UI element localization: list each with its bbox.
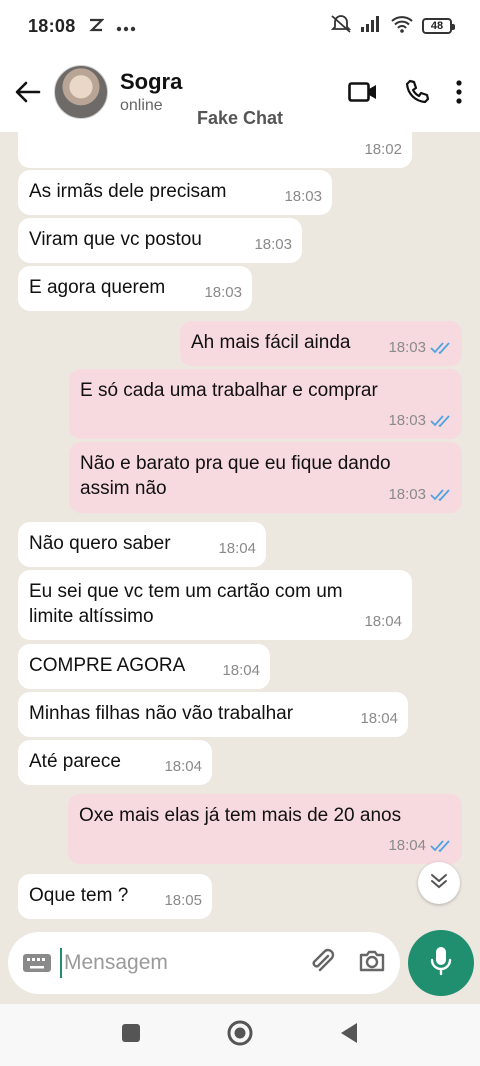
contact-name: Sogra — [120, 69, 183, 94]
message-bubble-incoming[interactable]: As irmãs dele precisam 18:03 — [18, 170, 332, 215]
message-bubble-incoming[interactable]: Eu sei que vc tem um cartão com um limit… — [18, 570, 412, 640]
home-button[interactable] — [227, 1020, 253, 1051]
status-bar: 18:08 48 — [0, 0, 480, 52]
more-notifications-icon — [116, 16, 136, 37]
message-time: 18:02 — [364, 141, 402, 158]
message-time: 18:04 — [360, 710, 398, 727]
message-bubble-incoming[interactable]: Minhas filhas não vão trabalhar 18:04 — [18, 692, 408, 737]
read-ticks-icon — [430, 839, 452, 852]
message-bubble-incoming[interactable]: Até parece 18:04 — [18, 740, 212, 785]
notification-icon — [88, 16, 105, 37]
message-time: 18:03 — [388, 486, 426, 503]
message-bubble-outgoing[interactable]: E só cada uma trabalhar e comprar 18:03 — [69, 369, 462, 439]
message-time: 18:04 — [218, 540, 256, 557]
microphone-button[interactable] — [408, 930, 474, 996]
message-text: E só cada uma trabalhar e comprar — [80, 380, 378, 401]
message-composer — [8, 932, 400, 994]
message-time: 18:03 — [388, 339, 426, 356]
message-time: 18:04 — [388, 837, 426, 854]
video-call-icon[interactable] — [348, 81, 378, 103]
double-chevron-down-icon — [430, 873, 448, 894]
message-bubble-incoming[interactable]: Viram que vc postou 18:03 — [18, 218, 302, 263]
scroll-to-bottom-button[interactable] — [418, 862, 460, 904]
read-ticks-icon — [430, 414, 452, 427]
message-text: Minhas filhas não vão trabalhar — [29, 703, 294, 724]
recent-apps-button[interactable] — [121, 1023, 141, 1048]
read-ticks-icon — [430, 488, 452, 501]
message-time: 18:04 — [164, 758, 202, 775]
back-button[interactable] — [339, 1022, 359, 1049]
more-options-icon[interactable] — [456, 80, 462, 104]
keyboard-icon[interactable] — [22, 952, 52, 974]
message-time: 18:03 — [204, 284, 242, 301]
mute-icon — [330, 14, 352, 39]
signal-icon — [360, 15, 382, 38]
message-text: Viram que vc postou — [29, 229, 202, 250]
system-navigation-bar — [0, 1004, 480, 1066]
fake-chat-label: Fake Chat — [196, 108, 284, 128]
message-list[interactable]: 18:02 As irmãs dele precisam 18:03 Viram… — [0, 132, 480, 928]
message-input[interactable] — [64, 951, 284, 975]
message-time: 18:03 — [388, 412, 426, 429]
battery-indicator: 48 — [422, 18, 455, 34]
camera-icon[interactable] — [358, 949, 386, 978]
back-arrow-icon[interactable] — [10, 74, 46, 110]
message-bubble-incoming[interactable]: 18:02 — [18, 132, 412, 168]
message-time: 18:03 — [254, 236, 292, 253]
message-text: As irmãs dele precisam — [29, 181, 227, 202]
message-bubble-incoming[interactable]: E agora querem 18:03 — [18, 266, 252, 311]
message-bubble-outgoing[interactable]: Oxe mais elas já tem mais de 20 anos 18:… — [68, 794, 462, 864]
status-time: 18:08 — [28, 15, 76, 36]
message-bubble-outgoing[interactable]: Ah mais fácil ainda 18:03 — [180, 321, 462, 366]
wifi-icon — [390, 15, 414, 38]
message-bubble-outgoing[interactable]: Não e barato pra que eu fique dando assi… — [69, 442, 462, 513]
attach-icon[interactable] — [308, 947, 336, 980]
microphone-icon — [430, 946, 452, 981]
message-bubble-incoming[interactable]: COMPRE AGORA 18:04 — [18, 644, 270, 689]
message-text: Não e barato pra que eu fique dando assi… — [80, 453, 391, 499]
read-ticks-icon — [430, 341, 452, 354]
message-text: Oxe mais elas já tem mais de 20 anos — [79, 805, 402, 826]
message-time: 18:03 — [284, 188, 322, 205]
message-time: 18:05 — [164, 892, 202, 909]
voice-call-icon[interactable] — [404, 79, 430, 105]
message-time: 18:04 — [222, 662, 260, 679]
message-time: 18:04 — [364, 613, 402, 630]
text-cursor — [60, 948, 62, 978]
message-text: Eu sei que vc tem um cartão com um limit… — [29, 581, 343, 627]
message-bubble-incoming[interactable]: Oque tem ? 18:05 — [18, 874, 212, 919]
message-bubble-incoming[interactable]: Não quero saber 18:04 — [18, 522, 266, 567]
